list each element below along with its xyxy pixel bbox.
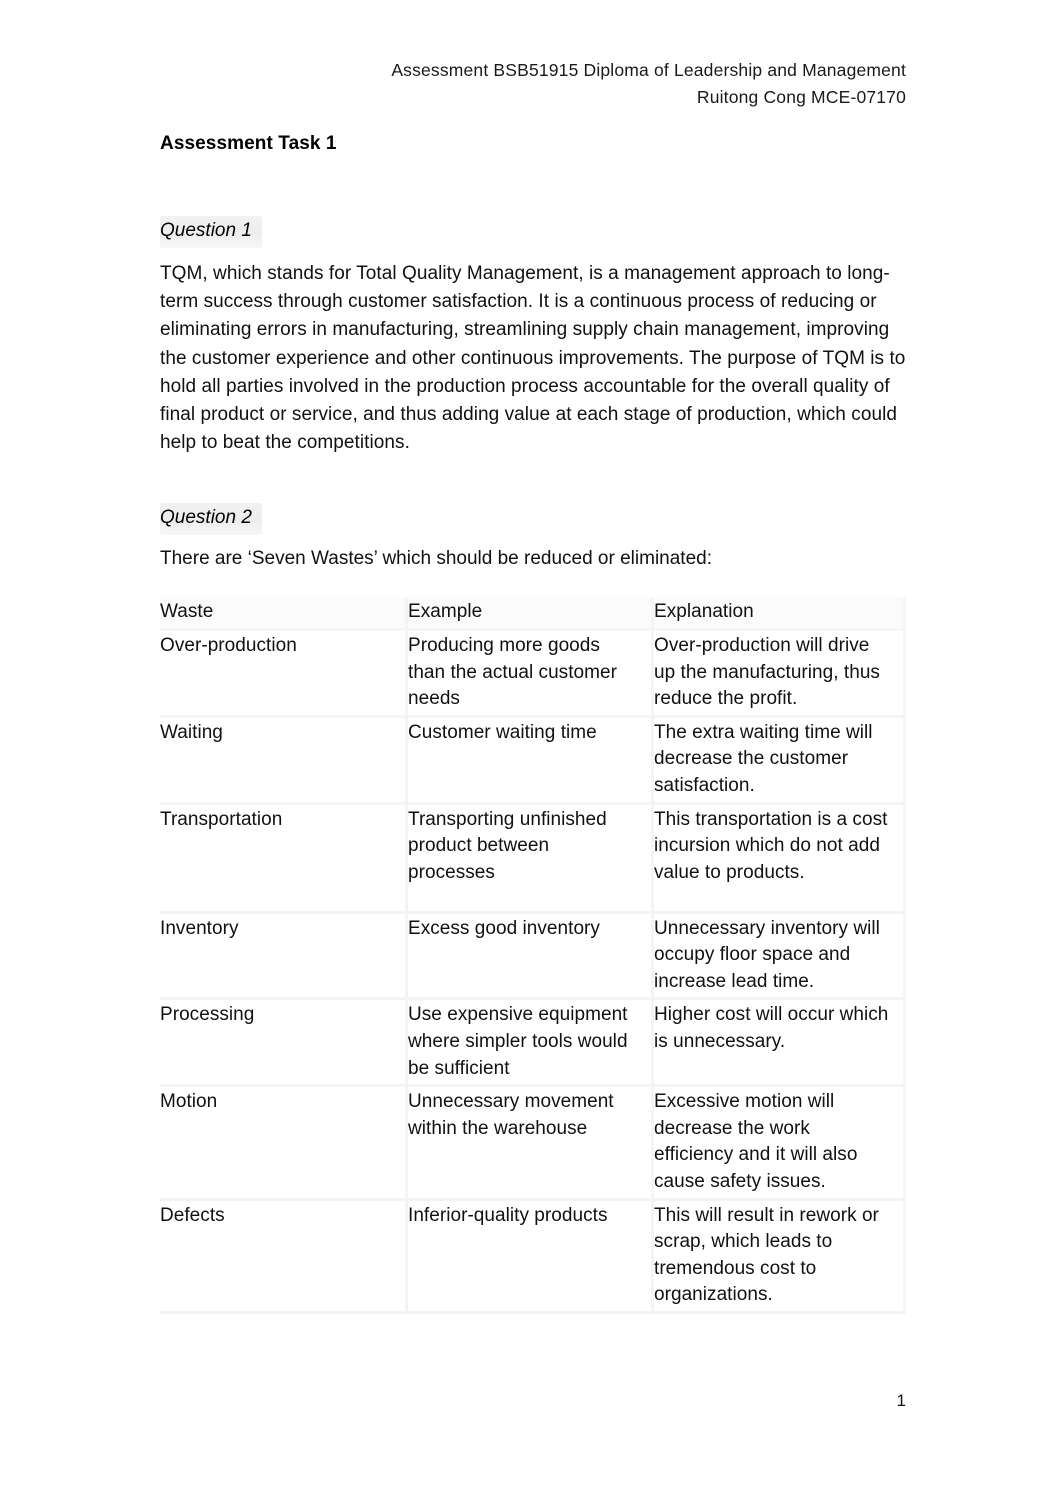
cell-explanation: Unnecessary inventory will occupy floor … — [654, 913, 906, 1001]
table-row: Inventory Excess good inventory Unnecess… — [160, 913, 906, 1001]
cell-waste-text: Transportation — [160, 808, 283, 830]
page-title: Assessment Task 1 — [160, 133, 337, 154]
cell-example: Transporting unfinished product between … — [408, 804, 654, 914]
cell-waste-text: Over-production — [160, 635, 297, 657]
cell-explanation-text: Excessive motion will decrease the work … — [654, 1091, 858, 1192]
cell-example-text: Unnecessary movement within the warehous… — [408, 1091, 614, 1139]
question-2-label: Question 2 — [160, 503, 262, 536]
cell-example-text: Transporting unfinished product between … — [408, 808, 607, 883]
table-row: Processing Use expensive equipment where… — [160, 1000, 906, 1088]
table-row: Defects Inferior-quality products This w… — [160, 1200, 906, 1314]
question-1-answer: TQM, which stands for Total Quality Mana… — [160, 263, 906, 454]
column-header-example-label: Example — [408, 601, 483, 623]
cell-waste-text: Motion — [160, 1091, 218, 1113]
cell-waste-text: Defects — [160, 1204, 225, 1226]
table-header-row: Waste Example Explanation — [160, 597, 906, 632]
cell-example-text: Producing more goods than the actual cus… — [408, 635, 617, 710]
cell-waste: Defects — [160, 1200, 408, 1314]
cell-waste: Motion — [160, 1087, 408, 1201]
cell-explanation-text: Higher cost will occur which is unnecess… — [654, 1004, 889, 1052]
column-header-waste-label: Waste — [160, 601, 214, 623]
cell-waste: Over-production — [160, 631, 408, 718]
cell-waste: Processing — [160, 1000, 408, 1088]
cell-explanation-text: Over-production will drive up the manufa… — [654, 635, 880, 710]
header-student-line: Ruitong Cong MCE-07170 — [696, 87, 906, 107]
cell-waste: Inventory — [160, 913, 408, 1001]
table-row: Waiting Customer waiting time The extra … — [160, 717, 906, 805]
cell-example-text: Inferior-quality products — [408, 1204, 608, 1226]
cell-waste-text: Processing — [160, 1004, 255, 1026]
header-course-line: Assessment BSB51915 Diploma of Leadershi… — [391, 60, 906, 80]
document-body: Assessment Task 1 Question 1 TQM, which … — [160, 130, 906, 1314]
question-1-label: Question 1 — [160, 216, 262, 248]
table-row: Over-production Producing more goods tha… — [160, 631, 906, 718]
cell-explanation-text: This will result in rework or scrap, whi… — [654, 1204, 879, 1306]
question-1-block: Question 1 TQM, which stands for Total Q… — [160, 216, 906, 457]
cell-example: Inferior-quality products — [408, 1200, 654, 1314]
cell-example: Excess good inventory — [408, 913, 654, 1001]
column-header-example: Example — [408, 597, 654, 632]
question-2-intro: There are ‘Seven Wastes’ which should be… — [160, 548, 712, 570]
document-page: Assessment BSB51915 Diploma of Leadershi… — [0, 0, 1062, 1506]
cell-waste-text: Inventory — [160, 917, 239, 939]
cell-explanation: This will result in rework or scrap, whi… — [654, 1200, 906, 1314]
cell-example-text: Use expensive equipment where simpler to… — [408, 1004, 628, 1079]
column-header-waste: Waste — [160, 597, 408, 632]
cell-waste: Transportation — [160, 804, 408, 914]
column-header-explanation-label: Explanation — [654, 601, 754, 623]
cell-explanation-text: The extra waiting time will decrease the… — [654, 721, 873, 796]
cell-explanation: The extra waiting time will decrease the… — [654, 717, 906, 805]
cell-explanation: Excessive motion will decrease the work … — [654, 1087, 906, 1201]
seven-wastes-table: Waste Example Explanation Over-productio… — [160, 597, 906, 1314]
table-row: Transportation Transporting unfinished p… — [160, 804, 906, 914]
question-2-block: Question 2 There are ‘Seven Wastes’ whic… — [160, 503, 906, 1314]
cell-explanation: This transportation is a cost incursion … — [654, 804, 906, 914]
cell-waste: Waiting — [160, 717, 408, 805]
cell-example-text: Customer waiting time — [408, 721, 597, 743]
cell-explanation: Over-production will drive up the manufa… — [654, 631, 906, 718]
cell-example: Customer waiting time — [408, 717, 654, 805]
page-number: 1 — [896, 1391, 906, 1410]
cell-explanation-text: This transportation is a cost incursion … — [654, 808, 888, 883]
cell-explanation: Higher cost will occur which is unnecess… — [654, 1000, 906, 1088]
cell-example: Unnecessary movement within the warehous… — [408, 1087, 654, 1201]
cell-explanation-text: Unnecessary inventory will occupy floor … — [654, 917, 880, 992]
table-row: Motion Unnecessary movement within the w… — [160, 1087, 906, 1201]
running-header: Assessment BSB51915 Diploma of Leadershi… — [160, 57, 906, 111]
column-header-explanation: Explanation — [654, 597, 906, 632]
cell-example-text: Excess good inventory — [408, 917, 600, 939]
cell-example: Producing more goods than the actual cus… — [408, 631, 654, 718]
cell-waste-text: Waiting — [160, 721, 223, 743]
cell-example: Use expensive equipment where simpler to… — [408, 1000, 654, 1088]
